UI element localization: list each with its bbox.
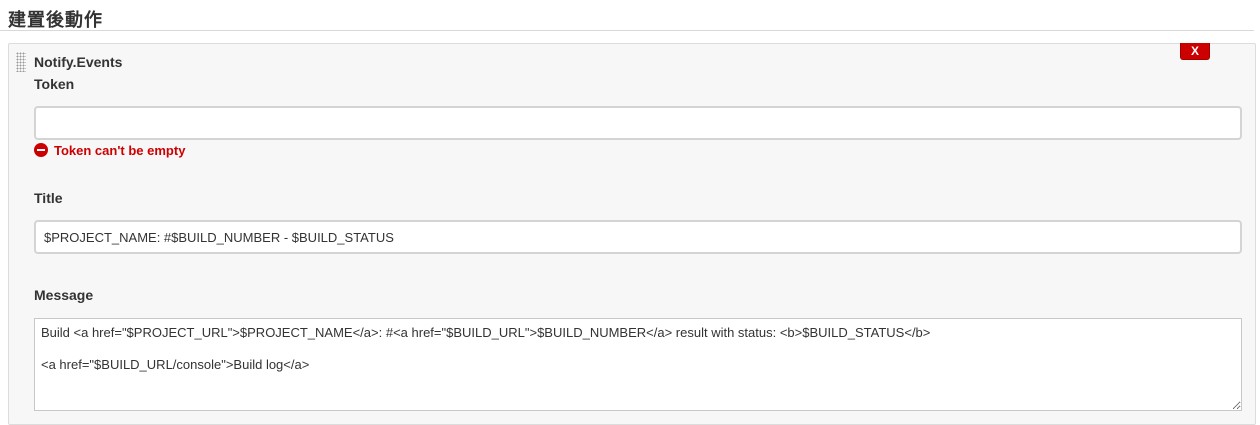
step-title: Notify.Events <box>34 54 123 70</box>
title-input[interactable] <box>34 220 1242 254</box>
drag-handle-icon[interactable] <box>16 52 26 72</box>
message-label: Message <box>34 287 94 303</box>
delete-step-button[interactable]: X <box>1180 43 1210 60</box>
error-icon <box>34 143 48 157</box>
token-error-text: Token can't be empty <box>54 142 186 158</box>
token-error-message: Token can't be empty <box>34 142 185 158</box>
section-title: 建置後動作 <box>8 10 103 31</box>
token-label: Token <box>34 76 75 92</box>
section-divider <box>0 30 1254 31</box>
message-textarea[interactable]: Build <a href="$PROJECT_URL">$PROJECT_NA… <box>34 318 1242 411</box>
title-label: Title <box>34 190 63 206</box>
token-input[interactable] <box>34 106 1242 140</box>
